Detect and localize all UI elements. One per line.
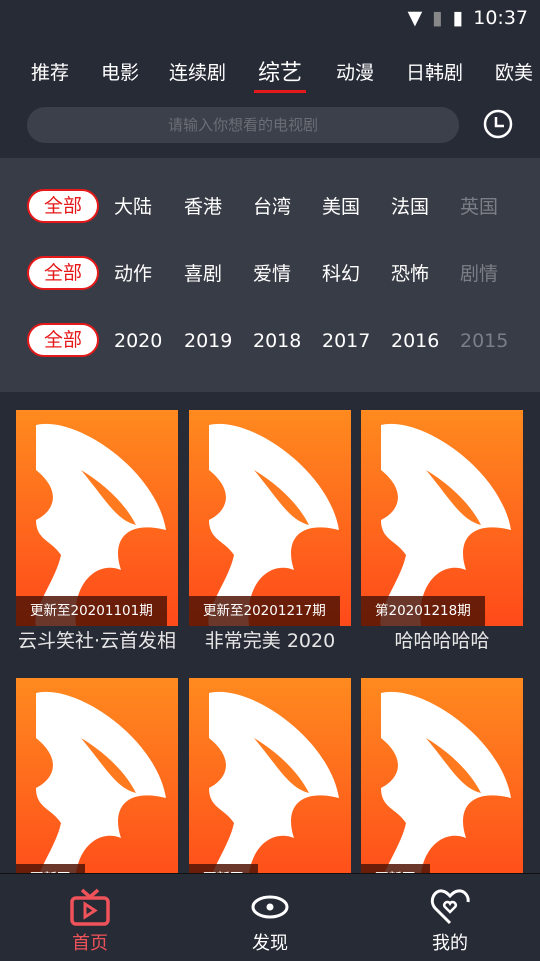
filter-row-region: 全部 大陆 香港 台湾 美国 法国 英国 (0, 189, 540, 225)
search-input[interactable]: 请输入你想看的电视剧 (27, 107, 459, 143)
eye-icon (251, 895, 289, 919)
poster-logo-icon (189, 410, 351, 626)
status-time: 10:37 (473, 7, 528, 29)
episode-badge: 更新至20201101期 (16, 596, 167, 626)
show-title: 云斗笑社·云首发相 (17, 630, 177, 652)
filter-region-option[interactable]: 英国 (460, 189, 498, 225)
tab-recommend[interactable]: 推荐 (31, 58, 69, 85)
history-clock-icon[interactable] (483, 109, 513, 139)
tab-movie[interactable]: 电影 (101, 58, 139, 85)
filter-year-option[interactable]: 2018 (253, 323, 301, 359)
episode-badge: 第20201218期 (361, 596, 485, 626)
poster-logo-icon (16, 678, 178, 894)
show-title: 非常完美 2020 (204, 630, 336, 652)
category-tabs: 推荐 电影 连续剧 综艺 动漫 日韩剧 欧美 (0, 58, 540, 98)
filter-genre-option[interactable]: 科幻 (322, 256, 360, 292)
bottom-nav: 首页 发现 我的 (0, 873, 540, 960)
filter-year-option[interactable]: 2015 (460, 323, 508, 359)
tab-western[interactable]: 欧美 (495, 58, 533, 85)
tab-jpkr[interactable]: 日韩剧 (406, 58, 463, 85)
nav-mine-label: 我的 (432, 933, 468, 954)
nav-home-label: 首页 (72, 933, 108, 954)
tv-icon (70, 888, 110, 926)
battery-icon: ▮ (452, 7, 464, 29)
show-card[interactable]: 第20201218期哈哈哈哈哈 (361, 410, 523, 656)
filter-year-option[interactable]: 2017 (322, 323, 370, 359)
heart-icon (430, 889, 470, 925)
poster-logo-icon (16, 410, 178, 626)
filter-genre-option[interactable]: 剧情 (460, 256, 498, 292)
show-poster[interactable]: 更新至 (16, 678, 178, 894)
filter-row-year: 全部 2020 2019 2018 2017 2016 2015 (0, 323, 540, 359)
filter-region-option[interactable]: 法国 (391, 189, 429, 225)
filter-region-option[interactable]: 香港 (184, 189, 222, 225)
tab-series[interactable]: 连续剧 (169, 58, 226, 85)
nav-discover[interactable]: 发现 (180, 874, 360, 961)
episode-badge: 更新至20201217期 (189, 596, 340, 626)
show-card[interactable]: 更新至20201101期云斗笑社·云首发相 (16, 410, 178, 656)
filter-panel: 全部 大陆 香港 台湾 美国 法国 英国 全部 动作 喜剧 爱情 科幻 恐怖 剧情 全部 2020 2019… (0, 158, 540, 392)
show-poster[interactable]: 更新至20201217期 (189, 410, 351, 626)
filter-genre-option[interactable]: 爱情 (253, 256, 291, 292)
filter-year-option[interactable]: 2019 (184, 323, 232, 359)
nav-home[interactable]: 首页 (0, 874, 180, 961)
filter-year-option[interactable]: 全部 (27, 323, 99, 357)
filter-region-option[interactable]: 台湾 (253, 189, 291, 225)
status-bar: ▼ ▮ ▮ 10:37 (0, 0, 540, 36)
filter-genre-option[interactable]: 全部 (27, 256, 99, 290)
poster-logo-icon (361, 410, 523, 626)
show-title: 哈哈哈哈哈 (394, 630, 490, 652)
tab-anime[interactable]: 动漫 (336, 58, 374, 85)
filter-genre-option[interactable]: 喜剧 (184, 256, 222, 292)
filter-region-option[interactable]: 全部 (27, 189, 99, 223)
wifi-icon: ▼ (407, 7, 423, 29)
show-poster[interactable]: 第20201218期 (361, 410, 523, 626)
poster-logo-icon (361, 678, 523, 894)
no-sim-icon: ▮ (432, 7, 443, 29)
filter-region-option[interactable]: 大陆 (114, 189, 152, 225)
show-card[interactable]: 更新至20201217期非常完美 2020 (189, 410, 351, 656)
filter-genre-option[interactable]: 恐怖 (391, 256, 429, 292)
filter-year-option[interactable]: 2020 (114, 323, 162, 359)
show-poster[interactable]: 更新至 (361, 678, 523, 894)
filter-year-option[interactable]: 2016 (391, 323, 439, 359)
show-poster[interactable]: 更新至 (189, 678, 351, 894)
filter-genre-option[interactable]: 动作 (114, 256, 152, 292)
nav-mine[interactable]: 我的 (360, 874, 540, 961)
filter-row-genre: 全部 动作 喜剧 爱情 科幻 恐怖 剧情 (0, 256, 540, 292)
poster-logo-icon (189, 678, 351, 894)
filter-region-option[interactable]: 美国 (322, 189, 360, 225)
nav-discover-label: 发现 (252, 933, 288, 954)
show-poster[interactable]: 更新至20201101期 (16, 410, 178, 626)
tab-variety[interactable]: 综艺 (253, 58, 307, 93)
